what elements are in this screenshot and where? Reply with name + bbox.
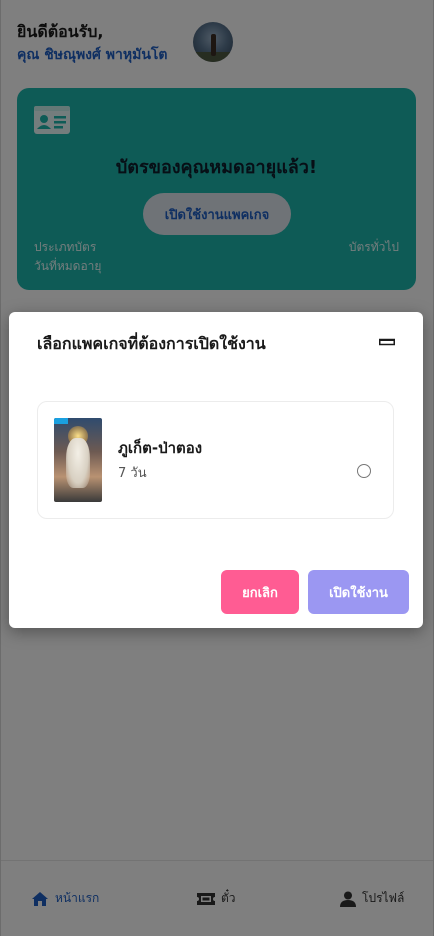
package-thumbnail: [54, 418, 102, 502]
activate-button[interactable]: เปิดใช้งาน: [308, 570, 409, 614]
package-duration: 7 วัน: [118, 466, 147, 481]
package-name: ภูเก็ต-ป่าตอง: [118, 439, 203, 457]
thumbnail-figure: [66, 438, 90, 488]
minimize-icon[interactable]: [379, 338, 395, 346]
modal-title: เลือกแพคเกจที่ต้องการเปิดใช้งาน: [37, 334, 266, 353]
package-option[interactable]: ภูเก็ต-ป่าตอง 7 วัน: [37, 401, 394, 519]
package-radio[interactable]: [357, 464, 371, 478]
thumbnail-tag: [54, 418, 68, 424]
package-select-modal: เลือกแพคเกจที่ต้องการเปิดใช้งาน ภูเก็ต-ป…: [9, 312, 423, 628]
cancel-button[interactable]: ยกเลิก: [221, 570, 299, 614]
